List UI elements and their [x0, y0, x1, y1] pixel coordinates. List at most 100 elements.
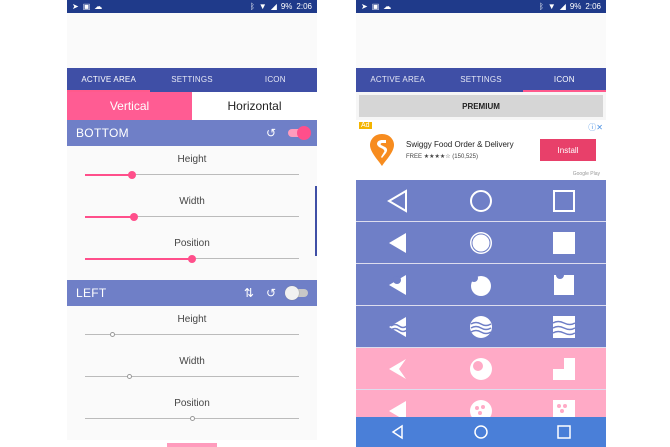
circle-wave-icon[interactable]: [468, 314, 494, 340]
tab-settings[interactable]: SETTINGS: [439, 68, 522, 92]
tab-bar: ACTIVE AREA SETTINGS ICON: [356, 68, 606, 92]
bottom-handle: [167, 443, 217, 447]
height-slider[interactable]: [85, 170, 299, 179]
triangle-notch-icon[interactable]: [385, 356, 411, 382]
position-slider[interactable]: [85, 416, 299, 421]
circle-bite-icon[interactable]: [468, 272, 494, 298]
triangle-bite-icon[interactable]: [385, 272, 411, 298]
square-outline-icon[interactable]: [551, 188, 577, 214]
clock: 2:06: [296, 2, 312, 11]
slider-label: Height: [177, 314, 207, 325]
orientation-toggle: Vertical Horizontal: [67, 92, 317, 120]
position-slider-block: Position: [67, 390, 317, 432]
triangle-filled-icon[interactable]: [385, 230, 411, 256]
ad-price: FREE: [406, 154, 423, 160]
slider-thumb[interactable]: [128, 170, 137, 179]
height-slider-block: Height: [67, 146, 317, 188]
battery-level: 9%: [280, 2, 293, 11]
triangle-wave-icon[interactable]: [385, 314, 411, 340]
switch-knob: [297, 126, 311, 140]
toolbar-blank: [356, 13, 606, 68]
cloud-icon: ☁: [94, 1, 103, 11]
icon-row: [356, 222, 606, 264]
slider-thumb[interactable]: [188, 254, 196, 263]
swiggy-logo-icon: [370, 134, 394, 166]
horizontal-button[interactable]: Horizontal: [192, 92, 317, 120]
switch-knob: [285, 286, 299, 300]
tab-bar: ACTIVE AREA SETTINGS ICON: [67, 68, 317, 92]
image-icon: ▣: [82, 1, 91, 11]
width-slider[interactable]: [85, 212, 299, 221]
back-icon[interactable]: [390, 424, 406, 440]
premium-bar: PREMIUM: [356, 92, 606, 120]
scroll-indicator: [315, 186, 317, 256]
width-slider-block: Width: [67, 188, 317, 230]
ad-badge: Ad: [359, 122, 372, 129]
height-slider-block: Height: [67, 306, 317, 348]
recents-icon[interactable]: [556, 424, 572, 440]
status-bar: ➤ ▣ ☁ ᛒ ▼ ◢ 9% 2:06: [356, 0, 606, 13]
slider-thumb[interactable]: [127, 374, 133, 379]
section-left-header: LEFT ⇅ ↺: [67, 280, 317, 306]
slider-fill: [85, 215, 135, 218]
ad-reviews: (150,525): [452, 154, 478, 160]
circle-filled-icon[interactable]: [468, 230, 494, 256]
signal-icon: ◢: [270, 1, 277, 11]
ad-rating: ★★★★☆: [423, 154, 451, 160]
section-title: LEFT: [76, 286, 107, 300]
circle-eye-icon[interactable]: [468, 356, 494, 382]
square-filled-icon[interactable]: [551, 230, 577, 256]
tab-active-area[interactable]: ACTIVE AREA: [67, 68, 151, 92]
slider-fill: [85, 257, 192, 260]
height-slider[interactable]: [85, 332, 299, 337]
slider-label: Width: [179, 196, 205, 207]
triangle-outline-icon[interactable]: [385, 188, 411, 214]
slider-thumb[interactable]: [189, 416, 195, 421]
position-slider-block: Position: [67, 230, 317, 272]
home-icon[interactable]: [473, 424, 489, 440]
battery-level: 9%: [569, 2, 582, 11]
square-corner-icon[interactable]: [551, 356, 577, 382]
width-slider[interactable]: [85, 374, 299, 379]
reset-icon[interactable]: ↺: [266, 286, 276, 300]
tab-icon[interactable]: ICON: [522, 68, 606, 92]
bluetooth-icon: ᛒ: [249, 1, 255, 11]
swap-icon[interactable]: ⇅: [244, 286, 254, 300]
tab-icon[interactable]: ICON: [234, 68, 317, 92]
icon-row: [356, 180, 606, 222]
ad-install-button[interactable]: Install: [540, 139, 596, 161]
bottom-enable-switch[interactable]: [288, 126, 311, 140]
reset-icon[interactable]: ↺: [266, 126, 276, 140]
wifi-icon: ▼: [547, 1, 556, 11]
slider-label: Position: [174, 398, 210, 409]
square-bite-icon[interactable]: [551, 271, 577, 298]
left-enable-switch[interactable]: [285, 286, 308, 300]
circle-outline-icon[interactable]: [468, 188, 494, 214]
premium-button[interactable]: PREMIUM: [359, 95, 603, 117]
tab-settings[interactable]: SETTINGS: [150, 68, 233, 92]
ad-close-icon[interactable]: ⓘ✕: [588, 122, 603, 133]
wifi-icon: ▼: [258, 1, 267, 11]
section-title: BOTTOM: [76, 126, 129, 140]
slider-label: Position: [174, 238, 210, 249]
icon-row: [356, 264, 606, 306]
bottom-sliders: Height Width Position: [67, 146, 317, 280]
vertical-button[interactable]: Vertical: [67, 92, 192, 120]
clock: 2:06: [585, 2, 601, 11]
tab-active-area[interactable]: ACTIVE AREA: [356, 68, 439, 92]
left-sliders: Height Width Position: [67, 306, 317, 440]
cloud-icon: ☁: [383, 1, 392, 11]
section-bottom-header: BOTTOM ↺: [67, 120, 317, 146]
slider-thumb[interactable]: [130, 212, 139, 221]
position-slider[interactable]: [85, 254, 299, 263]
signal-icon: ◢: [559, 1, 566, 11]
ad-banner[interactable]: Ad ⓘ✕ Swiggy Food Order & Delivery FREE …: [356, 120, 606, 180]
slider-thumb[interactable]: [110, 332, 116, 337]
ad-title: Swiggy Food Order & Delivery: [406, 140, 514, 149]
square-wave-icon[interactable]: [551, 314, 577, 340]
slider-label: Height: [177, 154, 207, 165]
image-icon: ▣: [371, 1, 380, 11]
slider-label: Width: [179, 356, 205, 367]
status-bar: ➤ ▣ ☁ ᛒ ▼ ◢ 9% 2:06: [67, 0, 317, 13]
slider-fill: [85, 173, 133, 176]
